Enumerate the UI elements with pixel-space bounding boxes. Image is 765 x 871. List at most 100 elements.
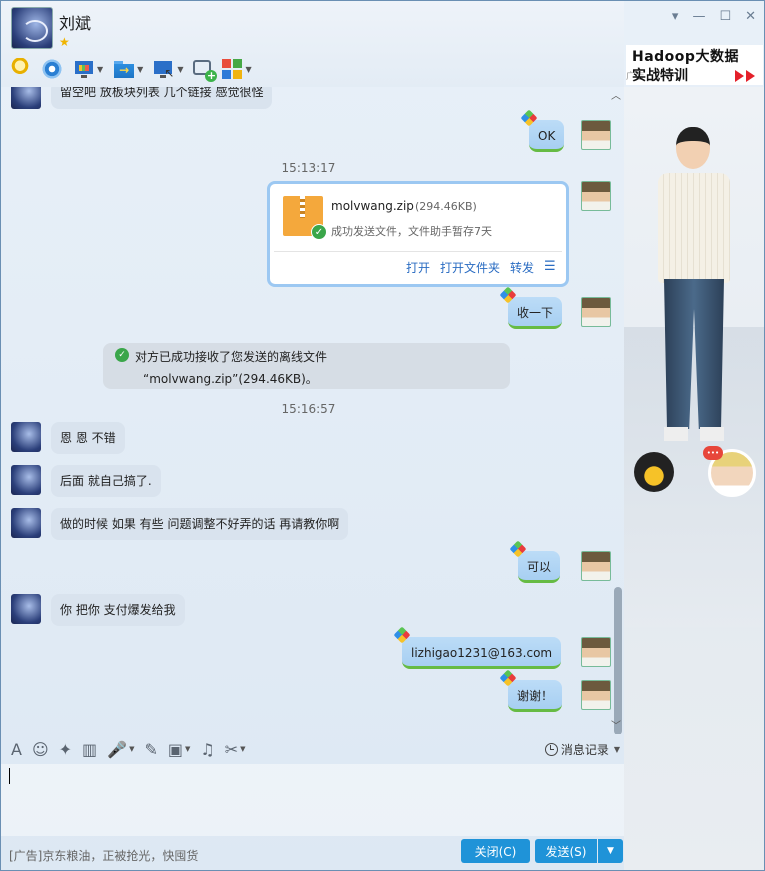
message-bubble[interactable]: 可以 bbox=[518, 551, 561, 583]
chevron-down-icon[interactable]: ▼ bbox=[97, 65, 103, 74]
clock-icon bbox=[544, 743, 558, 756]
message-bubble[interactable]: 收一下 bbox=[508, 297, 563, 329]
send-button[interactable]: 发送(S) bbox=[535, 839, 597, 863]
figure-shoes bbox=[664, 427, 724, 441]
add-message-icon bbox=[193, 60, 218, 82]
message-input[interactable] bbox=[1, 764, 624, 836]
my-avatar[interactable] bbox=[581, 680, 611, 710]
message-bubble[interactable]: 做的时候 如果 有些 问题调整不好弄的话 再请教你啊 bbox=[51, 508, 349, 540]
contact-name[interactable]: 刘斌 bbox=[59, 10, 91, 34]
my-avatar[interactable] bbox=[581, 637, 611, 667]
chevron-down-icon[interactable]: ▼ bbox=[240, 745, 245, 753]
voice-message-button[interactable]: 🎤 ▼ bbox=[107, 740, 134, 759]
show-panel bbox=[624, 87, 764, 870]
check-icon: ✓ bbox=[115, 348, 129, 362]
folder-send-icon bbox=[113, 58, 136, 80]
more-menu-icon[interactable]: ☰ bbox=[544, 259, 556, 274]
contact-avatar-small[interactable] bbox=[11, 594, 41, 624]
minimize-icon[interactable]: — bbox=[692, 9, 705, 24]
music-icon[interactable]: ♫ bbox=[200, 740, 214, 759]
scroll-down-icon[interactable]: ﹀ bbox=[611, 717, 621, 732]
footer-ad-link[interactable]: [广告]京东粮油，正被抢光，快囤货 bbox=[9, 847, 198, 864]
message-bubble[interactable]: 恩 恩 不错 bbox=[51, 422, 125, 454]
microphone-icon: 🎤 bbox=[107, 739, 128, 759]
chevron-down-icon[interactable]: ▼ bbox=[177, 65, 183, 74]
remote-desktop-icon bbox=[153, 58, 176, 80]
my-avatar[interactable] bbox=[581, 120, 611, 150]
figure-jeans bbox=[664, 279, 724, 429]
window-controls: ▾ — ☐ ✕ bbox=[672, 9, 756, 24]
edit-icon[interactable]: ✎ bbox=[144, 740, 157, 759]
dropdown-icon[interactable]: ▾ bbox=[672, 9, 679, 24]
send-options-button[interactable]: ▼ bbox=[598, 839, 623, 863]
my-avatar[interactable] bbox=[581, 297, 611, 327]
ad-banner-line2: 实战特训 bbox=[632, 68, 688, 84]
video-clip-icon[interactable]: ▥ bbox=[82, 740, 97, 759]
video-call-button[interactable] bbox=[41, 57, 63, 81]
message-history-button[interactable]: 消息记录 ▼ bbox=[544, 741, 620, 758]
text-cursor bbox=[9, 768, 10, 784]
create-discussion-button[interactable] bbox=[193, 57, 218, 82]
footer: [广告]京东粮油，正被抢光，快囤货 关闭(C) 发送(S) ▼ bbox=[1, 836, 624, 870]
chevron-down-icon: ▼ bbox=[613, 745, 620, 754]
image-button[interactable]: ▣ ▼ bbox=[168, 740, 191, 759]
message-bubble[interactable]: 后面 就自己搞了. bbox=[51, 465, 161, 497]
screenshot-button[interactable]: ✂ ▼ bbox=[225, 740, 246, 759]
chat-header: 刘斌 ★ ▼ ▼ ▼ ▼ bbox=[1, 1, 624, 87]
contact-avatar-small[interactable] bbox=[11, 508, 41, 538]
message-bubble[interactable]: 谢谢！ bbox=[508, 680, 563, 712]
file-name[interactable]: molvwang.zip bbox=[331, 199, 414, 213]
timestamp: 15:16:57 bbox=[281, 402, 336, 416]
remote-desktop-button[interactable]: ▼ bbox=[153, 57, 183, 81]
contact-avatar[interactable] bbox=[11, 7, 53, 49]
scrollbar-thumb[interactable] bbox=[614, 587, 622, 734]
file-status: 成功发送文件，文件助手暂存7天 bbox=[331, 225, 492, 238]
my-avatar[interactable] bbox=[581, 551, 611, 581]
apps-grid-icon bbox=[221, 58, 244, 80]
screen-share-button[interactable]: ▼ bbox=[73, 57, 103, 81]
chevron-down-icon[interactable]: ▼ bbox=[137, 65, 143, 74]
chat-window: 刘斌 ★ ▼ ▼ ▼ ▼ ▾ — ☐ ✕ Hadoop大数据 广告 实战特训 留… bbox=[0, 0, 765, 871]
figure-shirt bbox=[658, 173, 730, 283]
chevron-down-icon[interactable]: ▼ bbox=[245, 65, 251, 74]
contact-show-avatar[interactable] bbox=[703, 446, 756, 497]
image-icon: ▣ bbox=[167, 739, 184, 759]
voice-call-button[interactable] bbox=[9, 57, 31, 81]
my-avatar[interactable] bbox=[581, 181, 611, 211]
close-icon[interactable]: ✕ bbox=[745, 9, 756, 24]
message-bubble[interactable]: OK bbox=[529, 120, 565, 152]
divider bbox=[274, 251, 562, 252]
file-actions: 打开 打开文件夹 转发 bbox=[406, 259, 534, 276]
top-toolbar: ▼ ▼ ▼ ▼ bbox=[9, 57, 262, 82]
system-notice: ✓ 对方已成功接收了您发送的离线文件 “molvwang.zip”(294.46… bbox=[103, 343, 510, 389]
message-bubble[interactable]: lizhigao1231@163.com bbox=[402, 637, 562, 669]
message-bubble[interactable]: 留空吧 放板块列表 几个链接 感觉很怪 bbox=[51, 87, 273, 109]
system-notice-line1: 对方已成功接收了您发送的离线文件 bbox=[135, 350, 328, 364]
message-bubble[interactable]: 你 把你 支付爆发给我 bbox=[51, 594, 185, 626]
avatar-show-figure[interactable] bbox=[654, 127, 734, 457]
forward-link[interactable]: 转发 bbox=[510, 259, 534, 276]
ad-banner-line1: Hadoop大数据 bbox=[632, 49, 739, 65]
scroll-up-icon[interactable]: ︿ bbox=[611, 87, 621, 102]
contact-avatar-small[interactable] bbox=[11, 465, 41, 495]
check-icon: ✓ bbox=[311, 224, 327, 240]
shake-icon[interactable]: ✦ bbox=[59, 740, 72, 759]
message-list[interactable]: 留空吧 放板块列表 几个链接 感觉很怪 ︿ OK 15:13:17 ✓ molv… bbox=[1, 87, 624, 734]
font-icon[interactable]: A bbox=[11, 740, 22, 759]
open-file-link[interactable]: 打开 bbox=[406, 259, 430, 276]
open-folder-link[interactable]: 打开文件夹 bbox=[440, 259, 500, 276]
chevron-down-icon[interactable]: ▼ bbox=[129, 745, 134, 753]
contact-avatar-small[interactable] bbox=[11, 422, 41, 452]
file-transfer-card[interactable]: ✓ molvwang.zip (294.46KB) 成功发送文件，文件助手暂存7… bbox=[267, 181, 569, 287]
ad-banner[interactable]: Hadoop大数据 广告 实战特训 bbox=[626, 45, 763, 85]
contact-avatar-small[interactable] bbox=[11, 87, 41, 109]
maximize-icon[interactable]: ☐ bbox=[719, 9, 731, 24]
apps-button[interactable]: ▼ bbox=[221, 57, 252, 81]
emoji-icon[interactable]: ☺ bbox=[32, 740, 49, 759]
close-button[interactable]: 关闭(C) bbox=[461, 839, 530, 863]
send-file-button[interactable]: ▼ bbox=[113, 57, 143, 81]
timestamp: 15:13:17 bbox=[281, 161, 336, 175]
message-history-label: 消息记录 bbox=[560, 743, 609, 757]
chevron-down-icon[interactable]: ▼ bbox=[185, 745, 190, 753]
qq-penguin-icon[interactable] bbox=[634, 452, 674, 492]
